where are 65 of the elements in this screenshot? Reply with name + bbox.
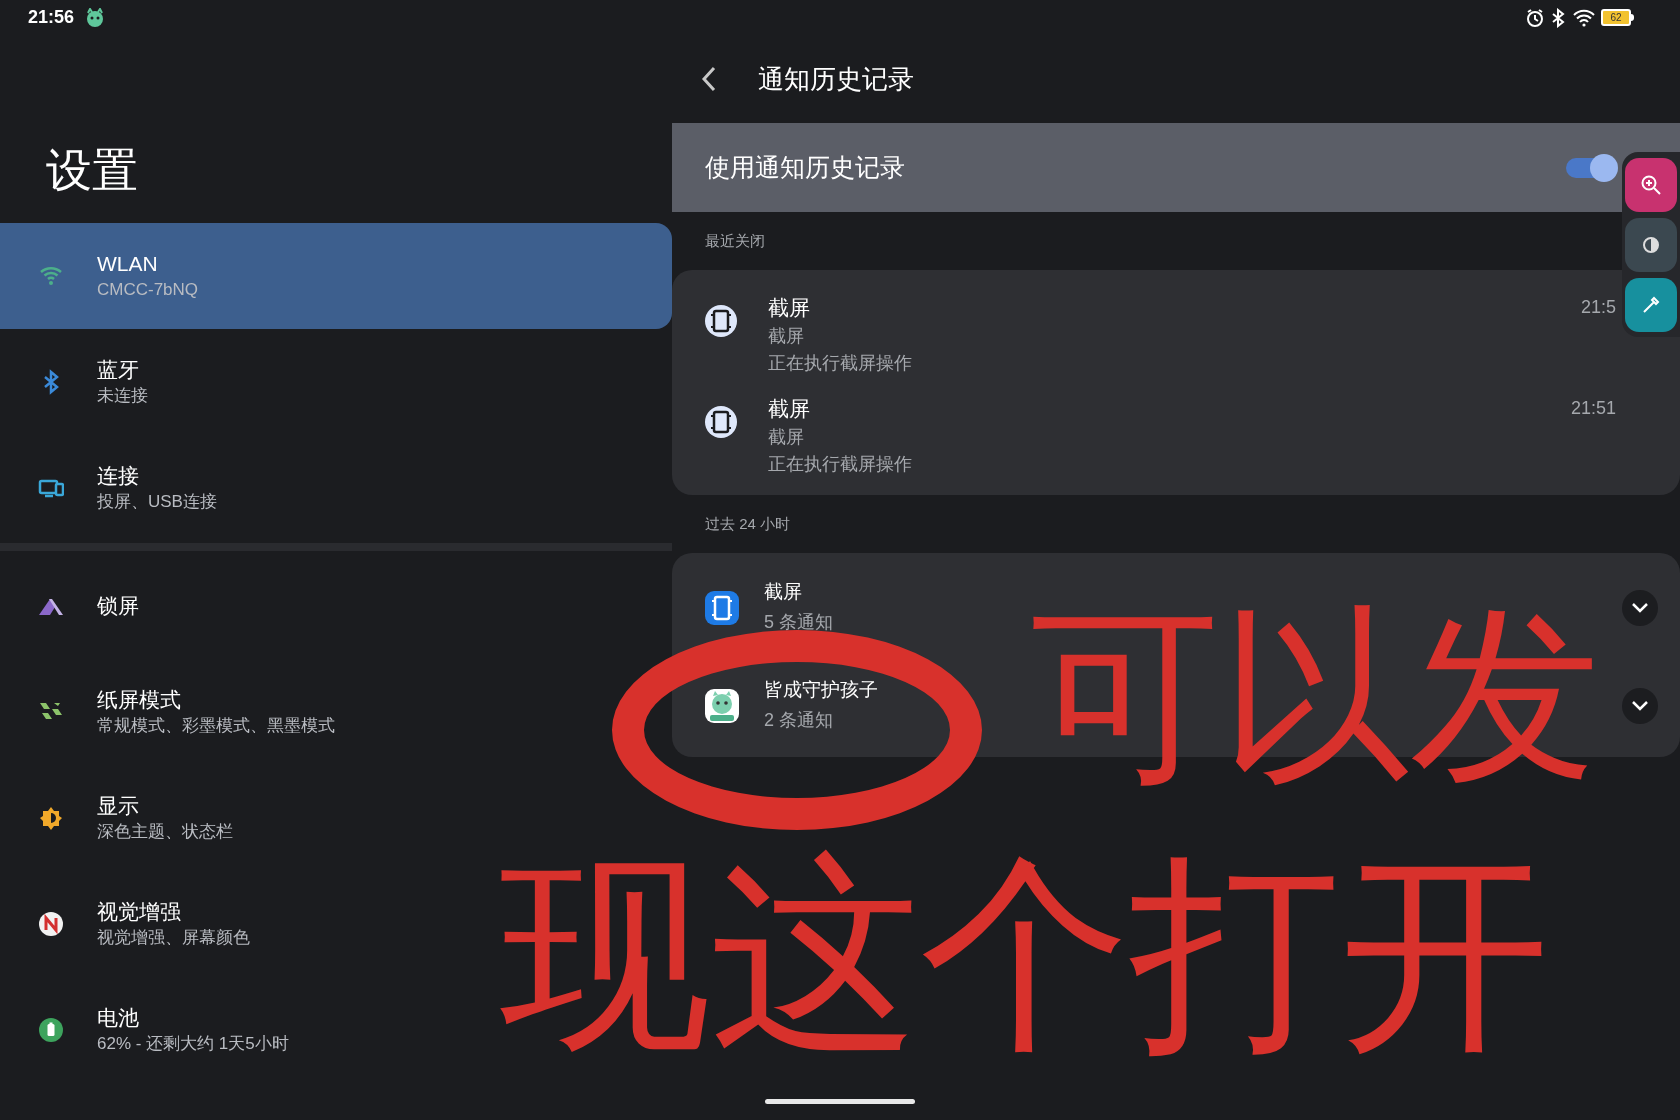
item-label: 视觉增强 [97,899,182,925]
notification-time: 21:5 [1580,296,1616,319]
notification-app: 截屏 [768,325,805,348]
battery-level: 62 [1610,12,1622,23]
switch-bar[interactable]: 使用通知历史记录 [672,123,1680,212]
item-label: 连接 [97,463,140,489]
screenshot-icon [704,304,738,338]
notification-count: 2 条通知 [764,709,834,732]
notification-title: 截屏 [768,395,811,422]
expand-button[interactable] [1622,688,1658,724]
chevron-icon [1631,700,1649,712]
settings-item[interactable]: 纸屏模式 常规模式、彩墨模式、黑墨模式 [0,659,375,765]
bluetooth-icon [1551,7,1565,28]
item-subtitle: 未连接 [97,385,148,407]
section-header: 最近关闭 [705,230,765,251]
letter-n-icon [38,911,64,937]
settings-item[interactable]: 连接 投屏、USB连接 [0,435,257,541]
settings-item[interactable]: 电池 62% - 还剩大约 1天5小时 [0,977,329,1083]
page-title: 通知历史记录 [758,62,914,96]
notification-count: 5 条通知 [764,611,834,634]
screenshot-icon [704,404,738,439]
section-header: 过去 24 小时 [705,513,791,534]
settings-title: 设置 [45,143,139,198]
item-subtitle: CMCC-7bNQ [97,279,199,301]
status-time: 21:56 [28,6,75,29]
notification-time: 21:51 [1570,396,1616,420]
item-subtitle: 62% - 还剩大约 1天5小时 [97,1033,289,1055]
zoom-in-icon [1640,173,1662,196]
item-subtitle: 深色主题、状态栏 [97,821,233,843]
back-icon [700,65,718,93]
app-name: 皆成守护孩子 [764,678,879,702]
item-label: 锁屏 [97,593,139,619]
item-label: 蓝牙 [97,357,140,383]
brightness-icon [38,805,64,831]
settings-item[interactable]: 蓝牙 未连接 [0,329,188,435]
screenshot-icon [704,590,740,626]
handwritten-note: 可以发 [1030,600,1600,790]
wifi-icon [1573,8,1595,27]
settings-item[interactable]: 显示 深色主题、状态栏 [0,765,273,871]
mascot-icon [704,688,740,724]
settings-item[interactable]: WLAN CMCC-7bNQ [0,223,672,329]
expand-button[interactable] [1622,590,1658,626]
handwritten-note: 现这个打开 [500,850,1550,1060]
zoom-button[interactable] [1625,157,1677,212]
item-subtitle: 常规模式、彩墨模式、黑墨模式 [97,715,335,737]
battery-icon [38,1017,64,1043]
item-label: WLAN [97,251,159,277]
item-subtitle: 投屏、USB连接 [97,491,217,513]
item-label: 纸屏模式 [97,687,182,713]
contrast-icon [1642,235,1660,254]
switch-label: 使用通知历史记录 [705,151,906,183]
notification-text: 正在执行截屏操作 [768,452,913,476]
notification-app: 截屏 [768,425,805,449]
item-subtitle: 视觉增强、屏幕颜色 [97,927,250,949]
app-name: 截屏 [764,580,803,604]
notification-text: 正在执行截屏操作 [768,352,913,375]
alarm-icon [1525,7,1545,28]
item-label: 电池 [97,1005,140,1031]
settings-item[interactable]: 锁屏 [0,553,179,659]
settings-item[interactable]: 视觉增强 视觉增强、屏幕颜色 [0,871,290,977]
contrast-button[interactable] [1625,217,1677,272]
notification-title: 截屏 [768,295,811,321]
item-label: 显示 [97,793,140,819]
eyedropper-button[interactable] [1625,277,1677,332]
chevron-icon [1631,602,1649,614]
